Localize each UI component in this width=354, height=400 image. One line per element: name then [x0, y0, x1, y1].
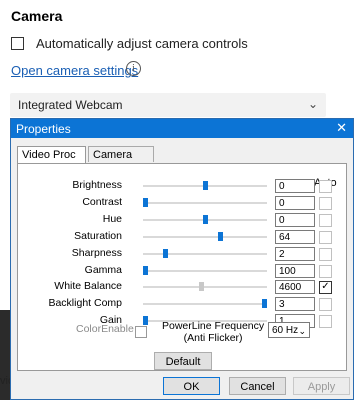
close-icon[interactable]: ✕ [336, 120, 347, 136]
auto-adjust-checkbox-row[interactable]: Automatically adjust camera controls [11, 36, 248, 51]
contrast-slider-thumb[interactable] [143, 197, 148, 207]
auto-adjust-label: Automatically adjust camera controls [36, 36, 248, 51]
color-enable-label: ColorEnable [76, 323, 134, 335]
sharpness-slider-thumb[interactable] [163, 248, 169, 258]
brightness-auto-checkbox[interactable] [319, 180, 332, 193]
white-balance-auto-checkbox[interactable]: ✓ [319, 281, 332, 295]
apply-button[interactable]: Apply [293, 377, 350, 395]
gain-slider-thumb[interactable] [143, 316, 148, 326]
hue-slider-thumb[interactable] [202, 214, 208, 224]
saturation-auto-checkbox[interactable] [319, 230, 332, 244]
white-balance-slider-thumb[interactable] [198, 282, 204, 292]
device-dropdown-value: Integrated Webcam [18, 98, 123, 112]
backlight-comp-value-field[interactable]: 3 [275, 297, 315, 312]
contrast-auto-checkbox[interactable] [319, 196, 332, 210]
cancel-button[interactable]: Cancel [229, 377, 286, 395]
saturation-slider-track[interactable] [143, 235, 267, 238]
gamma-label: Gamma [84, 263, 122, 276]
powerline-label-line2: (Anti Flicker) [183, 332, 243, 344]
brightness-value-field[interactable]: 0 [275, 179, 315, 193]
tab-camera-control[interactable]: Camera Control [88, 146, 154, 177]
chevron-down-icon: ⌄ [307, 97, 318, 111]
contrast-label: Contrast [82, 195, 122, 208]
powerline-frequency-value: 60 Hz [272, 325, 299, 336]
gamma-value-field[interactable]: 100 [275, 263, 315, 278]
sharpness-label: Sharpness [71, 246, 122, 259]
color-enable-checkbox[interactable] [135, 326, 147, 338]
backlight-comp-auto-checkbox[interactable] [319, 298, 332, 312]
powerline-frequency-select[interactable]: 60 Hz ⌄ [268, 322, 310, 338]
backlight-comp-slider-track[interactable] [143, 303, 267, 306]
powerline-label-line1: PowerLine Frequency [162, 320, 265, 332]
chevron-down-icon: ⌄ [298, 326, 306, 336]
sharpness-auto-checkbox[interactable] [319, 247, 332, 261]
default-button[interactable]: Default [154, 352, 212, 370]
brightness-label: Brightness [72, 179, 122, 191]
auto-adjust-checkbox[interactable] [11, 37, 24, 50]
gamma-auto-checkbox[interactable] [319, 264, 332, 278]
ok-button[interactable]: OK [163, 377, 220, 395]
info-icon[interactable]: i [126, 61, 141, 76]
backlight-comp-slider-thumb[interactable] [262, 299, 267, 309]
white-balance-label: White Balance [54, 280, 122, 293]
open-camera-settings-link[interactable]: Open camera settings [11, 63, 138, 78]
gain-auto-checkbox[interactable] [319, 315, 332, 329]
backlight-comp-label: Backlight Comp [48, 297, 122, 310]
contrast-value-field[interactable]: 0 [275, 195, 315, 210]
hue-label: Hue [102, 212, 122, 225]
white-balance-value-field[interactable]: 4600 [275, 280, 315, 295]
saturation-value-field[interactable]: 64 [275, 229, 315, 244]
saturation-slider-thumb[interactable] [217, 231, 223, 241]
saturation-label: Saturation [74, 229, 122, 242]
sharpness-value-field[interactable]: 2 [275, 246, 315, 261]
device-dropdown[interactable]: Integrated Webcam ⌄ [10, 93, 326, 117]
brightness-slider-thumb[interactable] [202, 181, 208, 190]
hue-value-field[interactable]: 0 [275, 212, 315, 227]
gamma-slider-thumb[interactable] [143, 265, 148, 275]
dialog-titlebar[interactable]: Properties ✕ [11, 119, 353, 138]
contrast-slider-track[interactable] [143, 201, 267, 204]
powerline-frequency-label: PowerLine Frequency (Anti Flicker) [162, 320, 264, 344]
hue-auto-checkbox[interactable] [319, 213, 332, 227]
sharpness-slider-track[interactable] [143, 252, 267, 255]
dialog-title: Properties [16, 122, 71, 136]
tab-video-proc-amp[interactable]: Video Proc Amp [17, 146, 86, 177]
gamma-slider-track[interactable] [143, 269, 267, 272]
white-balance-slider-track[interactable] [143, 286, 267, 289]
camera-section-title: Camera [11, 8, 63, 24]
